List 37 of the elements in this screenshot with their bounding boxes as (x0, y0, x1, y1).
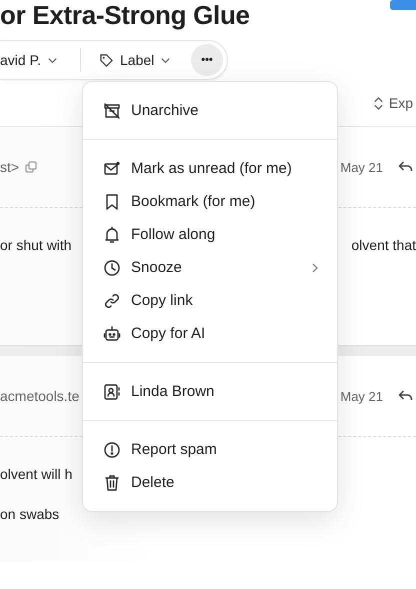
body-text: on swabs (0, 505, 60, 524)
menu-item[interactable]: Follow along (83, 218, 337, 251)
more-button[interactable]: ••• (191, 44, 223, 76)
menu-item[interactable]: Snooze (83, 251, 337, 284)
copy-icon[interactable] (25, 161, 38, 173)
sender-address: st> (0, 159, 20, 175)
expand-button[interactable]: Exp (372, 95, 413, 111)
robot-icon (103, 324, 121, 342)
body-text: olvent will h (0, 465, 72, 484)
page-title: or Extra-Strong Glue (0, 0, 250, 30)
unarchive-icon (103, 102, 121, 120)
body-text: or shut with (0, 236, 72, 255)
trash-icon (103, 474, 121, 492)
menu-item[interactable]: Delete (83, 466, 337, 499)
assignee-dropdown[interactable]: avid P. (0, 52, 68, 68)
menu-item[interactable]: Report spam (83, 433, 337, 466)
body-text: olvent that (351, 236, 416, 255)
mail-icon (103, 160, 121, 178)
menu-item[interactable]: Copy link (83, 284, 337, 317)
chevron-right-icon (311, 262, 319, 274)
menu-item[interactable]: Copy for AI (83, 317, 337, 350)
clock-icon (103, 258, 121, 276)
email-date: May 21 (340, 388, 383, 404)
up-down-chevron-icon (372, 96, 384, 110)
contact-icon (103, 382, 121, 400)
menu-item[interactable]: Bookmark (for me) (83, 185, 337, 218)
email-date: May 21 (340, 160, 383, 174)
menu-item[interactable]: Unarchive (83, 94, 337, 127)
label-dropdown[interactable]: Label (99, 52, 182, 68)
bell-icon (103, 226, 121, 244)
alert-icon (103, 440, 121, 458)
menu-item[interactable]: Mark as unread (for me) (83, 152, 337, 185)
menu-item[interactable]: Linda Brown (83, 375, 337, 408)
status-badge (390, 0, 416, 10)
link-icon (103, 292, 121, 310)
tag-icon (99, 52, 114, 68)
sender-address: acmetools.te (0, 388, 80, 404)
